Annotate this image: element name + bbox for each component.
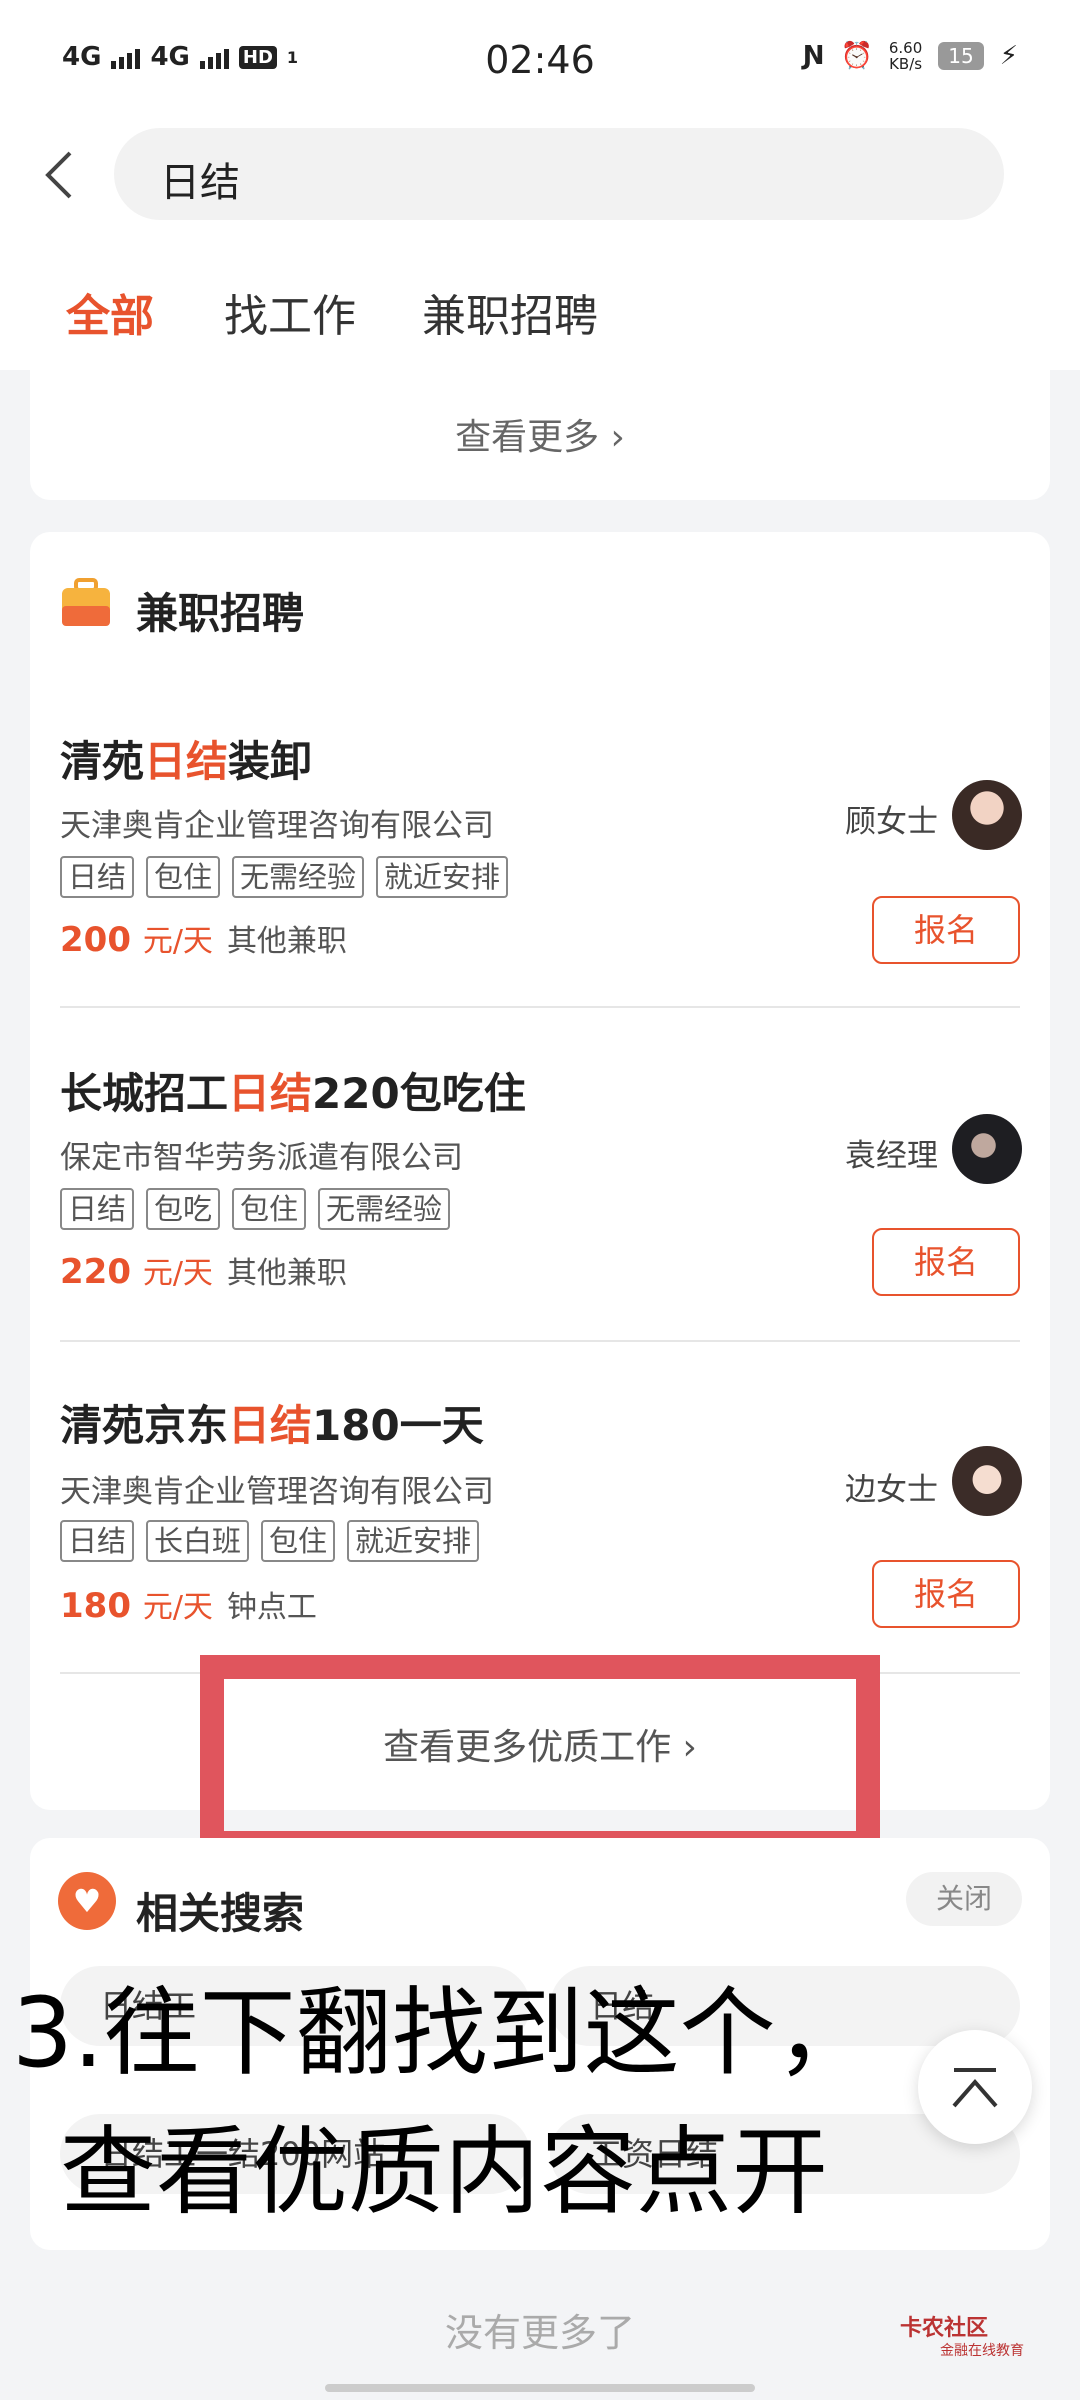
tab-parttime[interactable]: 兼职招聘	[422, 280, 598, 344]
salary-unit: 元/天	[142, 924, 213, 959]
search-input[interactable]	[114, 128, 1004, 220]
annotation-text-line2: 查看优质内容点开	[60, 2116, 828, 2228]
tag: 日结	[60, 856, 135, 898]
tag-list: 日结 包住 无需经验 就近安排	[60, 856, 509, 898]
tag: 长白班	[146, 1520, 250, 1562]
divider	[60, 1006, 1020, 1008]
tag: 包住	[232, 1188, 307, 1230]
salary-value: 220	[60, 1252, 131, 1292]
title-part: 清苑京东	[60, 1401, 229, 1450]
salary-value: 180	[60, 1586, 131, 1626]
signup-button[interactable]: 报名	[872, 1228, 1020, 1296]
salary-unit: 元/天	[142, 1590, 213, 1625]
title-part: 长城招工	[60, 1069, 229, 1118]
job-title[interactable]: 长城招工日结220包吃住	[60, 1060, 526, 1121]
title-part: 装卸	[228, 737, 313, 786]
contact-name: 顾女士	[845, 804, 938, 840]
tag: 日结	[60, 1520, 135, 1562]
avatar[interactable]	[952, 780, 1022, 850]
battery-indicator: 15	[938, 42, 984, 70]
heart-icon: ♥	[58, 1872, 116, 1930]
network-speed: 6.60 KB/s	[889, 40, 922, 72]
title-part: 清苑	[60, 737, 145, 786]
highlight-annotation	[200, 1655, 880, 1855]
tag-list: 日结 包吃 包住 无需经验	[60, 1188, 451, 1230]
company-name: 天津奥肯企业管理咨询有限公司	[60, 808, 494, 844]
see-more-label: 查看更多	[455, 417, 611, 458]
tag: 无需经验	[318, 1188, 451, 1230]
tag: 包住	[261, 1520, 336, 1562]
back-arrow-icon[interactable]	[40, 145, 80, 205]
salary: 200 元/天 其他兼职	[60, 916, 347, 960]
watermark-subtitle: 金融在线教育	[940, 2343, 1024, 2359]
tag: 日结	[60, 1188, 135, 1230]
charging-icon: ⚡	[999, 41, 1018, 71]
tag: 包住	[146, 856, 221, 898]
job-title[interactable]: 清苑京东日结180一天	[60, 1392, 484, 1453]
job-type: 其他兼职	[226, 1256, 347, 1291]
avatar[interactable]	[952, 1114, 1022, 1184]
home-indicator[interactable]	[325, 2384, 755, 2392]
contact-name: 边女士	[845, 1472, 938, 1508]
close-button[interactable]: 关闭	[906, 1872, 1022, 1926]
job-title[interactable]: 清苑日结装卸	[60, 728, 312, 789]
related-search-title: 相关搜索	[136, 1889, 305, 1938]
tag-list: 日结 长白班 包住 就近安排	[60, 1520, 480, 1562]
signup-button[interactable]: 报名	[872, 896, 1020, 964]
scroll-top-button[interactable]	[918, 2030, 1032, 2144]
tag: 就近安排	[347, 1520, 480, 1562]
job-type: 其他兼职	[226, 924, 347, 959]
chevron-right-icon: ›	[610, 417, 625, 458]
briefcase-icon	[62, 578, 110, 626]
divider	[60, 1340, 1020, 1342]
tag: 包吃	[146, 1188, 221, 1230]
salary: 180 元/天 钟点工	[60, 1582, 317, 1626]
title-highlight: 日结	[228, 1401, 313, 1450]
tag: 就近安排	[376, 856, 509, 898]
watermark-logo: 卡农社区	[900, 2316, 989, 2341]
nfc-icon: Ɲ	[802, 41, 825, 71]
salary: 220 元/天 其他兼职	[60, 1248, 347, 1292]
title-part: 220包吃住	[312, 1069, 526, 1118]
tag: 无需经验	[232, 856, 365, 898]
company-name: 保定市智华劳务派遣有限公司	[60, 1140, 463, 1176]
tab-find-job[interactable]: 找工作	[224, 280, 356, 344]
company-name: 天津奥肯企业管理咨询有限公司	[60, 1474, 494, 1510]
see-more-link[interactable]: 查看更多 ›	[0, 408, 1080, 460]
title-part: 180一天	[312, 1401, 484, 1450]
title-highlight: 日结	[228, 1069, 313, 1118]
salary-unit: 元/天	[142, 1256, 213, 1291]
section-title: 兼职招聘	[136, 589, 305, 638]
title-highlight: 日结	[144, 737, 229, 786]
salary-value: 200	[60, 920, 131, 960]
signup-button[interactable]: 报名	[872, 1560, 1020, 1628]
avatar[interactable]	[952, 1446, 1022, 1516]
scroll-top-icon	[952, 2068, 998, 2108]
annotation-text-line1: 3.往下翻找到这个，	[12, 1977, 872, 2089]
tab-all[interactable]: 全部	[66, 280, 154, 344]
speed-unit: KB/s	[889, 55, 923, 73]
contact-name: 袁经理	[845, 1138, 938, 1174]
status-right: Ɲ ⏰ 6.60 KB/s 15 ⚡	[803, 40, 1018, 72]
search-query: 日结	[160, 160, 240, 206]
job-type: 钟点工	[226, 1590, 317, 1625]
alarm-icon: ⏰	[840, 41, 873, 71]
